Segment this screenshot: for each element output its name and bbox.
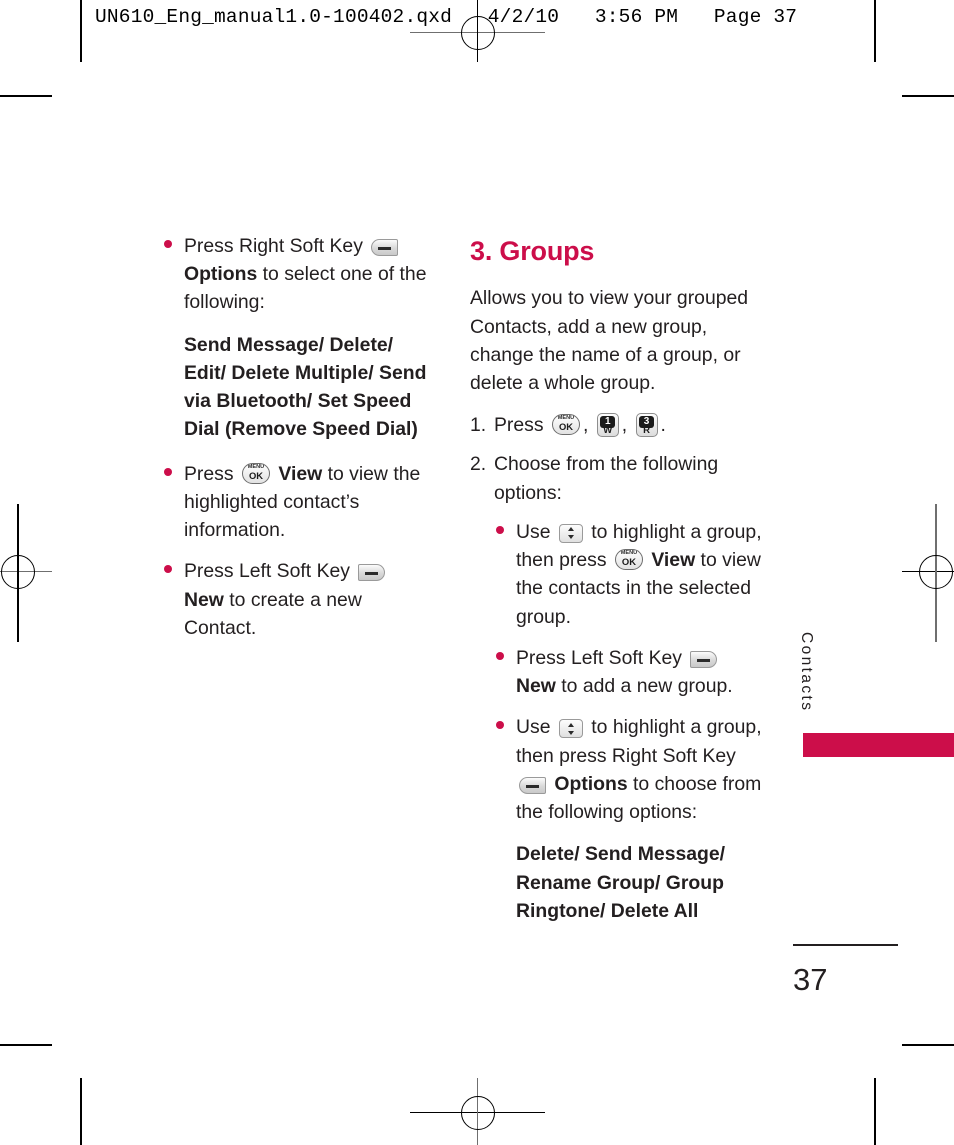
right-text-column: 3. Groups Allows you to view your groupe… [470, 232, 770, 941]
side-tab-marker [803, 733, 954, 757]
bullet-dot-icon [164, 240, 172, 248]
bullet-text-mid: to highlight a group, then press Right S… [516, 716, 762, 767]
registration-mark-right [919, 555, 953, 589]
nav-key-icon [558, 719, 583, 739]
print-header-line: UN610_Eng_manual1.0-100402.qxd 4/2/10 3:… [95, 6, 798, 28]
bullet-bold-label: Options [184, 263, 258, 286]
bullet-dot-icon [164, 467, 172, 476]
crop-mark-bottom-left-vertical [80, 1078, 82, 1145]
left-bullet-list: Press Right Soft Key Options to select o… [162, 232, 434, 642]
group-options-list: Delete/ Send Message/ Rename Group/ Grou… [516, 843, 726, 922]
registration-mark-bottom [461, 1096, 495, 1130]
crop-mark-top-left-vertical [80, 0, 82, 62]
bullet-bold-label: View [651, 549, 696, 572]
bullet-text-end: to add a new group. [555, 675, 733, 698]
registration-mark-left [1, 555, 35, 589]
page-title: 3. Groups [470, 236, 595, 266]
step-terminator: . [660, 414, 666, 437]
list-item: Press Right Soft Key Options to select o… [162, 232, 434, 444]
section-intro-paragraph: Allows you to view your grouped Contacts… [470, 287, 749, 394]
bullet-bold-label: New [516, 675, 556, 698]
step-number: 1. [470, 414, 487, 437]
left-text-column: Press Right Soft Key Options to select o… [162, 232, 434, 655]
step2-bullet-list: Use to highlight a group, then press MEN… [494, 518, 770, 925]
bullet-bold-label: View [278, 462, 323, 485]
page-number-rule [793, 944, 898, 946]
menu-ok-key-icon: MENU OK [241, 462, 270, 484]
list-item: Use to highlight a group, then press Rig… [494, 713, 770, 925]
crop-mark-top-right-horizontal [902, 95, 954, 97]
step-number: 2. [470, 453, 487, 476]
bullet-dot-icon [164, 565, 172, 574]
keypad-key-3r-icon: 3R [635, 413, 658, 438]
crop-mark-bottom-left-horizontal [0, 1044, 52, 1046]
soft-key-right-icon [371, 239, 399, 256]
crop-mark-top-left-horizontal [0, 95, 52, 97]
bullet-text-lead: Press Right Soft Key [184, 235, 363, 257]
numbered-step-list: 1. Press MENU OK , 1W , 3R . 2. Choose fr… [470, 411, 770, 925]
nav-key-icon [558, 523, 583, 543]
bullet-text-start: Use [516, 716, 551, 739]
registration-mark-top [461, 16, 495, 50]
contact-options-list: Send Message/ Delete/ Edit/ Delete Multi… [184, 333, 427, 441]
bullet-text-lead: Press [184, 462, 234, 485]
menu-ok-key-icon: MENU OK [614, 549, 643, 571]
step-label: Press [494, 414, 544, 437]
bullet-text-start: Use [516, 520, 551, 543]
bullet-text-start: Press Left Soft Key [516, 646, 682, 669]
bullet-bold-label: New [184, 588, 224, 611]
list-item: 1. Press MENU OK , 1W , 3R . [470, 411, 770, 439]
step-label: Choose from the following options: [494, 453, 719, 504]
bullet-dot-icon [496, 525, 504, 534]
soft-key-left-icon [358, 564, 386, 582]
bullet-bold-label: Options [554, 772, 628, 795]
list-item: Press Left Soft Key New to add a new gro… [494, 644, 770, 700]
list-item: Use to highlight a group, then press MEN… [494, 518, 770, 631]
bullet-text-end: to choose from the following options: [516, 772, 762, 824]
bullet-text-lead: Press Left Soft Key [184, 560, 350, 583]
bullet-dot-icon [496, 651, 504, 660]
list-item: Press MENU OK View to view the highlighte… [162, 460, 434, 545]
soft-key-left-icon [690, 650, 718, 668]
crop-mark-bottom-right-vertical [874, 1078, 876, 1145]
bullet-dot-icon [496, 721, 504, 730]
page-number: 37 [793, 962, 828, 997]
key-separator-1: , [582, 414, 589, 437]
crop-mark-bottom-right-horizontal [902, 1044, 954, 1046]
key-separator-2: , [621, 414, 628, 437]
list-item: Press Left Soft Key New to create a new … [162, 557, 434, 642]
soft-key-right-icon [519, 776, 546, 794]
list-item: 2. Choose from the following options: Us… [470, 450, 770, 925]
crop-mark-top-right-vertical [874, 0, 876, 62]
keypad-key-1w-icon: 1W [596, 413, 619, 438]
menu-ok-key-icon: MENU OK [551, 414, 580, 436]
